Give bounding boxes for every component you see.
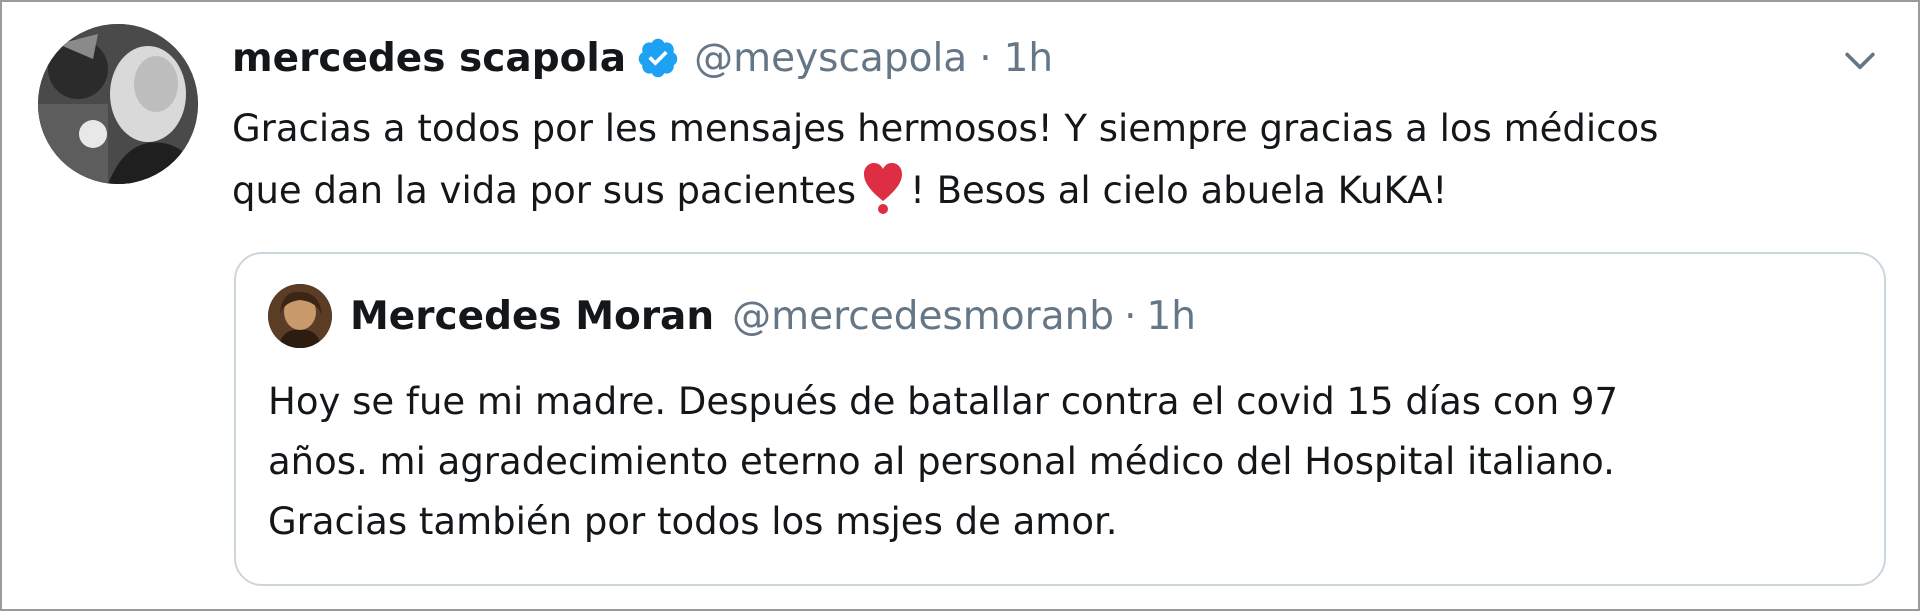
- author-name[interactable]: mercedes scapola: [232, 36, 626, 81]
- quoted-text-line: Gracias también por todos los msjes de a…: [268, 500, 1118, 543]
- tweet-header: mercedes scapola @meyscapola · 1h: [232, 24, 1053, 92]
- quoted-text-line: Hoy se fue mi madre. Después de batallar…: [268, 380, 1619, 423]
- tweet-text-segment: ! Besos al cielo abuela KuKA!: [910, 169, 1448, 212]
- tweet-body: Gracias a todos por les mensajes hermoso…: [232, 98, 1872, 222]
- meta-separator: ·: [979, 35, 992, 81]
- quoted-tweet-timestamp[interactable]: 1h: [1146, 294, 1196, 339]
- verified-badge-icon: [636, 36, 680, 80]
- tweet-text-line-with-emoji: que dan la vida por sus pacientes ! Besos…: [232, 160, 1872, 222]
- quoted-tweet-header: Mercedes Moran @mercedesmoranb · 1h: [268, 284, 1196, 348]
- tweet-card[interactable]: mercedes scapola @meyscapola · 1h Gracia…: [0, 0, 1920, 611]
- author-handle[interactable]: @meyscapola: [694, 36, 967, 81]
- quoted-tweet[interactable]: Mercedes Moran @mercedesmoranb · 1h Hoy …: [234, 252, 1886, 586]
- heavy-heart-exclamation-icon: [862, 161, 904, 215]
- author-avatar[interactable]: [38, 24, 198, 184]
- tweet-text-line: Gracias a todos por les mensajes hermoso…: [232, 107, 1659, 150]
- tweet-text-segment: que dan la vida por sus pacientes: [232, 169, 857, 212]
- quoted-tweet-body: Hoy se fue mi madre. Después de batallar…: [268, 372, 1858, 552]
- chevron-down-icon[interactable]: [1838, 38, 1882, 82]
- quoted-author-avatar[interactable]: [268, 284, 332, 348]
- quoted-meta-separator: ·: [1124, 293, 1137, 339]
- tweet-timestamp[interactable]: 1h: [1004, 36, 1054, 81]
- quoted-author-handle[interactable]: @mercedesmoranb: [732, 294, 1114, 339]
- quoted-text-line: años. mi agradecimiento eterno al person…: [268, 440, 1615, 483]
- quoted-author-name[interactable]: Mercedes Moran: [350, 294, 714, 339]
